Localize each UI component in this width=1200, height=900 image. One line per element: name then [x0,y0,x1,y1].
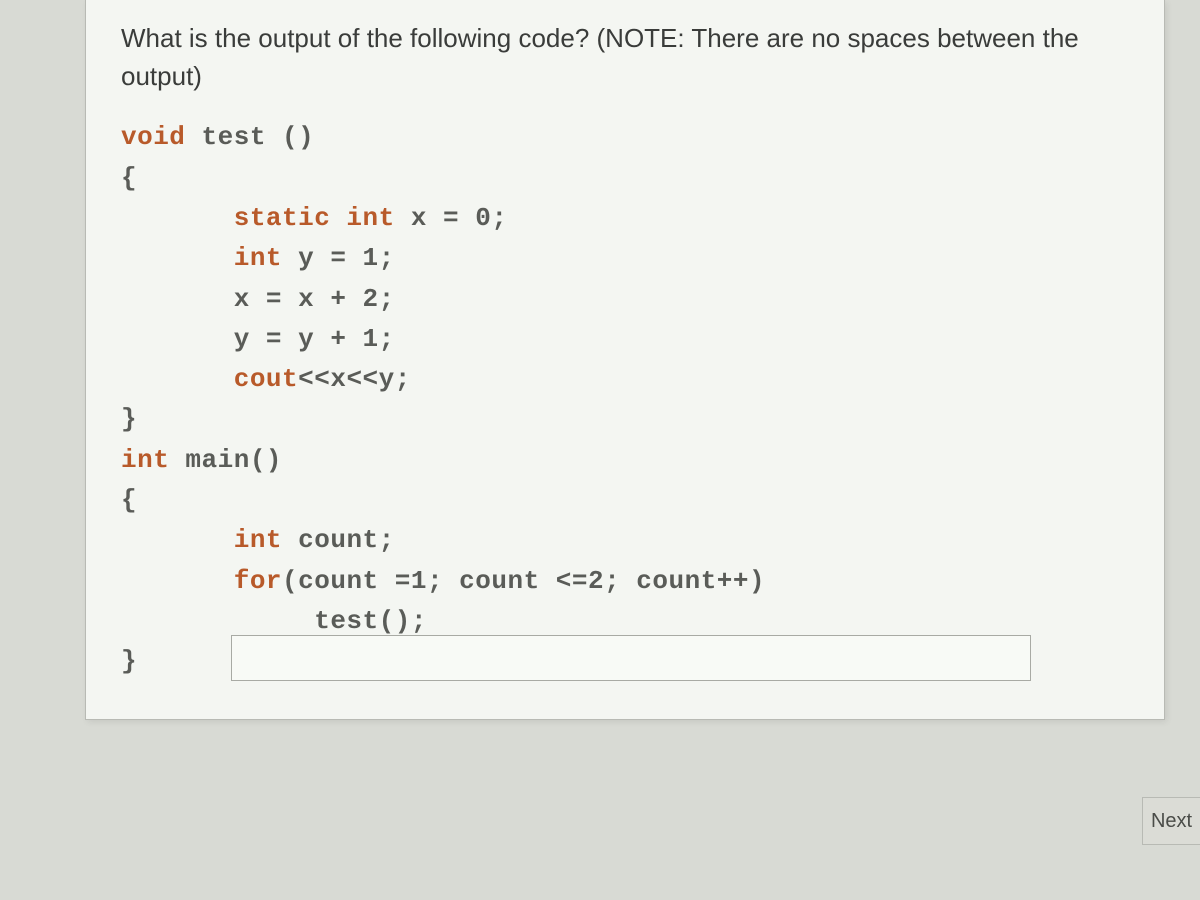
next-button[interactable]: Next [1142,797,1200,845]
code-line-10: { [121,485,137,515]
code-line-13: test(); [121,606,427,636]
code-line-14: } [121,646,137,676]
code-line-9-text: main() [169,445,282,475]
code-line-11-keyword: int [121,525,282,555]
code-line-1-keyword: void [121,122,185,152]
code-line-11-text: count; [282,525,395,555]
code-line-1-text: test () [185,122,314,152]
code-line-3-keyword: static int [121,203,395,233]
code-line-6: y = y + 1; [121,324,395,354]
code-line-7-keyword: cout [121,364,298,394]
next-button-label: Next [1151,810,1192,833]
code-line-4-keyword: int [121,243,282,273]
code-line-12-keyword: for [121,566,282,596]
code-line-5: x = x + 2; [121,284,395,314]
code-line-3-text: x = 0; [395,203,508,233]
code-line-7-text: <<x<<y; [298,364,411,394]
code-line-2: { [121,163,137,193]
code-line-12-text: (count =1; count <=2; count++) [282,566,765,596]
code-line-4-text: y = 1; [282,243,395,273]
code-line-9-keyword: int [121,445,169,475]
question-card: What is the output of the following code… [85,0,1165,720]
question-prompt: What is the output of the following code… [121,20,1129,95]
code-block: void test () { static int x = 0; int y =… [121,117,1129,681]
answer-input[interactable] [231,635,1031,681]
code-line-8: } [121,404,137,434]
